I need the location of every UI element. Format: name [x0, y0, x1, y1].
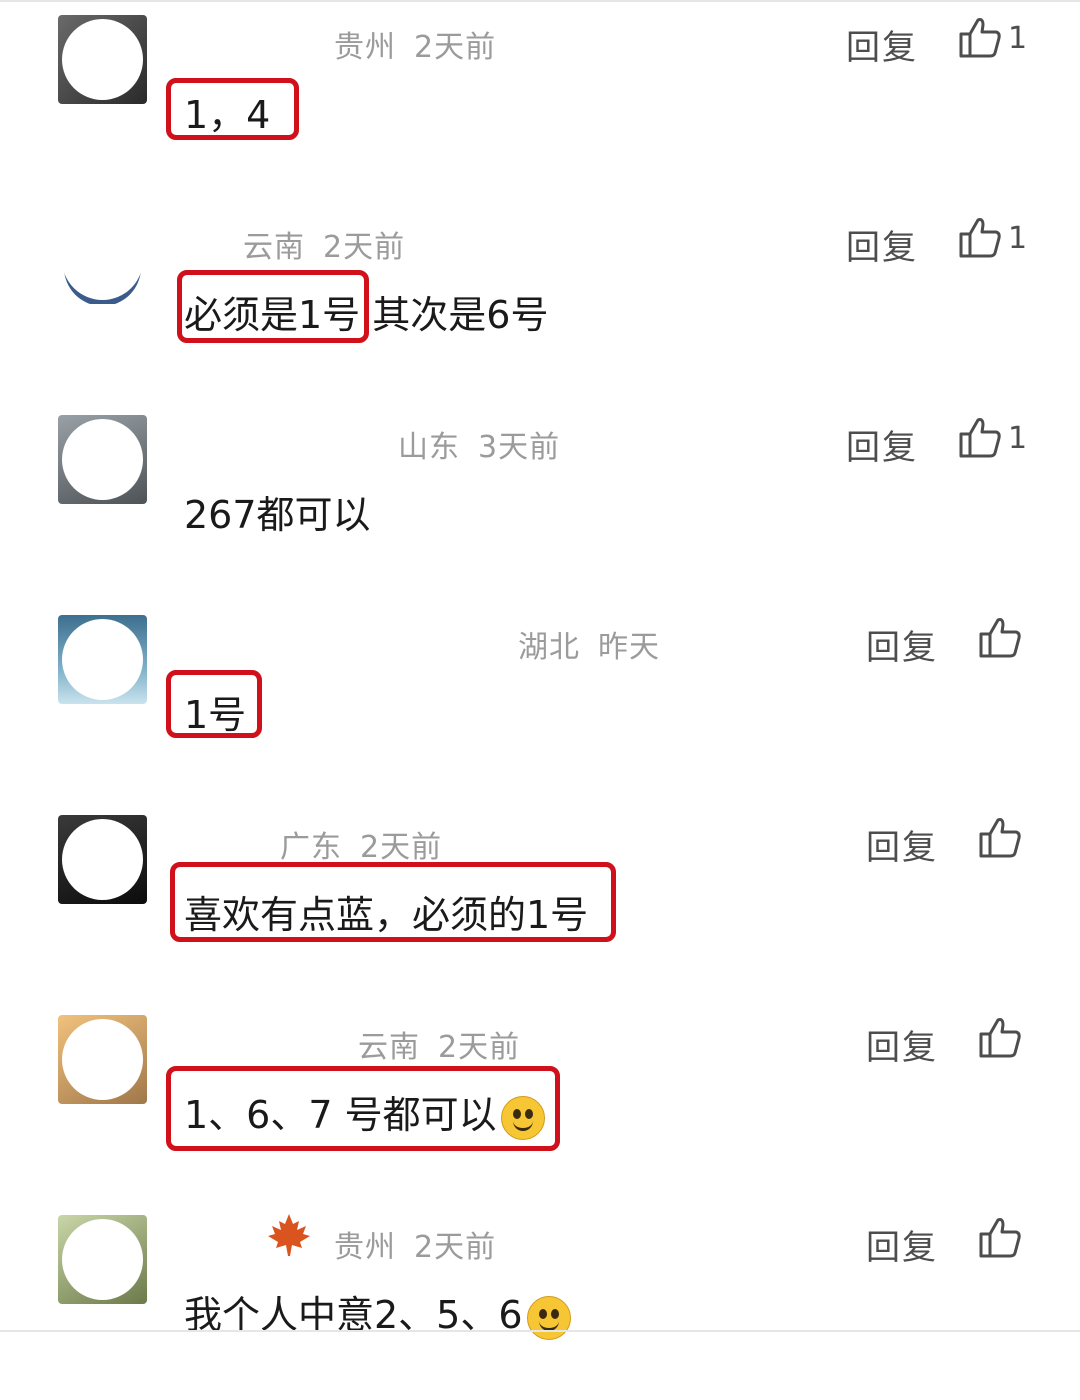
like-button[interactable]: 1 [958, 416, 1027, 460]
reply-button[interactable]: 回复 [846, 220, 918, 269]
thumbs-up-icon [959, 418, 1001, 458]
like-count: 1 [1008, 220, 1028, 256]
comment-time: 3天前 [478, 430, 561, 465]
comment-meta: 云南 2天前 [358, 1022, 520, 1066]
comment-text: 267都可以 [184, 493, 371, 537]
thumbs-up-icon [979, 618, 1021, 658]
highlight-box [177, 270, 369, 343]
comment-text-rest: 其次是6号 [372, 293, 549, 337]
comment-item: 贵州 2天前 回复 1 1，4 [0, 0, 1080, 200]
comment-item: 云南 2天前 回复 1、6、7 号都可以 [0, 1000, 1080, 1200]
avatar[interactable] [58, 15, 147, 104]
comment-time: 2天前 [360, 830, 443, 865]
reply-button[interactable]: 回复 [846, 420, 918, 469]
highlight-box [166, 1066, 560, 1151]
bottom-divider [0, 1330, 1080, 1332]
avatar[interactable] [58, 615, 147, 704]
avatar[interactable] [58, 215, 147, 304]
thumbs-up-icon [979, 818, 1021, 858]
comment-item: 山东 3天前 回复 1 267都可以 [0, 400, 1080, 600]
comment-time: 2天前 [414, 30, 497, 65]
comment-location: 贵州 [334, 30, 396, 65]
reply-button[interactable]: 回复 [866, 620, 938, 669]
comment-time: 2天前 [438, 1030, 521, 1065]
reply-button[interactable]: 回复 [866, 820, 938, 869]
comment-item: 云南 2天前 回复 1 必须是1号 其次是6号 [0, 200, 1080, 400]
highlight-box [166, 670, 262, 738]
comment-item: 广东 2天前 回复 喜欢有点蓝，必须的1号 [0, 800, 1080, 1000]
thumbs-up-icon [979, 1218, 1021, 1258]
reply-button[interactable]: 回复 [866, 1220, 938, 1269]
comment-meta: 贵州 2天前 [334, 1222, 496, 1266]
like-button[interactable] [978, 816, 1022, 860]
comment-meta: 湖北 昨天 [518, 622, 660, 666]
like-count: 1 [1008, 20, 1028, 56]
comment-location: 湖北 [518, 630, 580, 665]
highlight-box [166, 78, 299, 140]
avatar[interactable] [58, 1015, 147, 1104]
thumbs-up-icon [959, 18, 1001, 58]
comment-location: 山东 [398, 430, 460, 465]
like-button[interactable]: 1 [958, 16, 1027, 60]
comment-time: 昨天 [598, 630, 660, 665]
comment-location: 广东 [280, 830, 342, 865]
thumbs-up-icon [959, 218, 1001, 258]
comment-meta: 广东 2天前 [280, 822, 442, 866]
like-count: 1 [1008, 420, 1028, 456]
comment-location: 贵州 [334, 1230, 396, 1265]
comment-time: 2天前 [414, 1230, 497, 1265]
avatar[interactable] [58, 1215, 147, 1304]
reply-button[interactable]: 回复 [866, 1020, 938, 1069]
comment-location: 云南 [358, 1030, 420, 1065]
avatar[interactable] [58, 815, 147, 904]
like-button[interactable] [978, 1216, 1022, 1260]
comment-item: 贵州 2天前 回复 我个人中意2、5、6 [0, 1200, 1080, 1400]
maple-leaf-icon [268, 1214, 310, 1256]
like-button[interactable] [978, 1016, 1022, 1060]
reply-button[interactable]: 回复 [846, 20, 918, 69]
smiling-face-emoji [526, 1295, 571, 1340]
like-button[interactable] [978, 616, 1022, 660]
comment-meta: 山东 3天前 [398, 422, 560, 466]
like-button[interactable]: 1 [958, 216, 1027, 260]
comment-location: 云南 [243, 230, 305, 265]
comment-meta: 云南 2天前 [243, 222, 405, 266]
avatar[interactable] [58, 415, 147, 504]
thumbs-up-icon [979, 1018, 1021, 1058]
comment-item: 湖北 昨天 回复 1号 [0, 600, 1080, 800]
highlight-box [170, 862, 616, 942]
comment-meta: 贵州 2天前 [334, 22, 496, 66]
comment-time: 2天前 [323, 230, 406, 265]
